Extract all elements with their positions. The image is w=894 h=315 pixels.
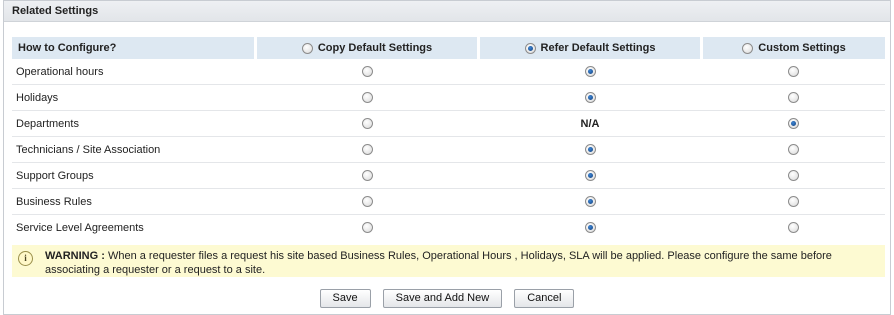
copy-radio[interactable] xyxy=(361,118,373,130)
custom-radio[interactable] xyxy=(787,118,799,130)
row-label: Operational hours xyxy=(16,65,104,78)
refer-radio[interactable] xyxy=(584,92,596,104)
row-label: Departments xyxy=(12,110,256,137)
table-row: Technicians / Site Association xyxy=(12,136,885,163)
cell-refer: N/A xyxy=(478,110,702,137)
refer-radio[interactable] xyxy=(584,170,596,182)
header-label: Custom Settings xyxy=(758,42,846,54)
not-applicable-text: N/A xyxy=(580,117,600,130)
cell-copy xyxy=(256,59,479,85)
copy-radio[interactable] xyxy=(361,144,373,156)
header-how-to-configure: How to Configure? xyxy=(12,37,257,59)
refer-radio[interactable] xyxy=(584,144,596,156)
table-row: Holidays xyxy=(12,84,885,111)
save-button[interactable]: Save xyxy=(319,289,371,308)
cell-copy xyxy=(255,136,479,163)
custom-radio[interactable] xyxy=(787,196,799,208)
save-and-add-new-button[interactable]: Save and Add New xyxy=(382,289,503,308)
cell-custom xyxy=(701,84,885,111)
refer-radio[interactable] xyxy=(584,196,596,208)
table-row: Service Level Agreements xyxy=(12,214,885,240)
section-title: Related Settings xyxy=(4,1,890,22)
custom-radio[interactable] xyxy=(787,170,799,182)
cell-refer xyxy=(478,188,702,215)
cell-copy xyxy=(255,110,479,137)
header-custom-settings[interactable]: Custom Settings xyxy=(701,37,885,59)
header-label: Refer Default Settings xyxy=(540,42,656,54)
table-row: Business Rules xyxy=(12,188,885,215)
table-header-row: How to Configure? Copy Default Settings … xyxy=(12,37,885,59)
copy-radio[interactable] xyxy=(361,170,373,182)
warning-label: WARNING : xyxy=(45,250,105,262)
copy-radio[interactable] xyxy=(361,92,373,104)
copy-radio[interactable] xyxy=(361,66,373,78)
cell-refer xyxy=(479,59,702,85)
cell-copy xyxy=(255,84,479,111)
custom-radio[interactable] xyxy=(787,144,799,156)
cell-refer xyxy=(478,136,702,163)
header-label: How to Configure? xyxy=(18,42,117,54)
cell-custom xyxy=(701,162,885,189)
row-label: Holidays xyxy=(12,84,256,111)
table-row: Support Groups xyxy=(12,162,885,189)
refer-default-all-radio[interactable] xyxy=(524,42,536,54)
refer-radio[interactable] xyxy=(584,66,596,78)
copy-radio[interactable] xyxy=(361,196,373,208)
cell-custom xyxy=(701,136,885,163)
custom-radio[interactable] xyxy=(787,222,799,234)
cell-custom xyxy=(701,188,885,215)
settings-table: How to Configure? Copy Default Settings … xyxy=(12,37,885,240)
header-copy-default[interactable]: Copy Default Settings xyxy=(255,37,480,59)
info-icon: i xyxy=(18,251,33,266)
custom-radio[interactable] xyxy=(787,66,799,78)
copy-radio[interactable] xyxy=(361,222,373,234)
row-label: Technicians / Site Association xyxy=(12,136,256,163)
row-label: Support Groups xyxy=(12,162,256,189)
related-settings-panel: Related Settings How to Configure? Copy … xyxy=(3,0,891,315)
cell-copy xyxy=(255,214,479,240)
cell-refer xyxy=(478,214,702,240)
cell-custom xyxy=(701,110,885,137)
table-row: Departments N/A xyxy=(12,110,885,137)
header-label: Copy Default Settings xyxy=(317,42,433,54)
cell-refer xyxy=(478,162,702,189)
cell-refer xyxy=(478,84,702,111)
warning-message: When a requester files a request his sit… xyxy=(45,250,832,276)
cell-copy xyxy=(255,188,479,215)
header-refer-default[interactable]: Refer Default Settings xyxy=(478,37,703,59)
cell-copy xyxy=(255,162,479,189)
warning-text: WARNING : When a requester files a reque… xyxy=(45,249,879,277)
custom-all-radio[interactable] xyxy=(742,42,754,54)
form-buttons: Save Save and Add New Cancel xyxy=(4,289,890,308)
custom-radio[interactable] xyxy=(787,92,799,104)
refer-radio[interactable] xyxy=(584,222,596,234)
table-row: Operational hours xyxy=(12,59,885,85)
row-label: Service Level Agreements xyxy=(12,214,256,240)
row-label: Business Rules xyxy=(12,188,256,215)
warning-banner: i WARNING : When a requester files a req… xyxy=(12,245,885,277)
copy-default-all-radio[interactable] xyxy=(301,42,313,54)
cell-custom xyxy=(702,59,886,85)
cancel-button[interactable]: Cancel xyxy=(514,289,575,308)
cell-custom xyxy=(701,214,885,240)
